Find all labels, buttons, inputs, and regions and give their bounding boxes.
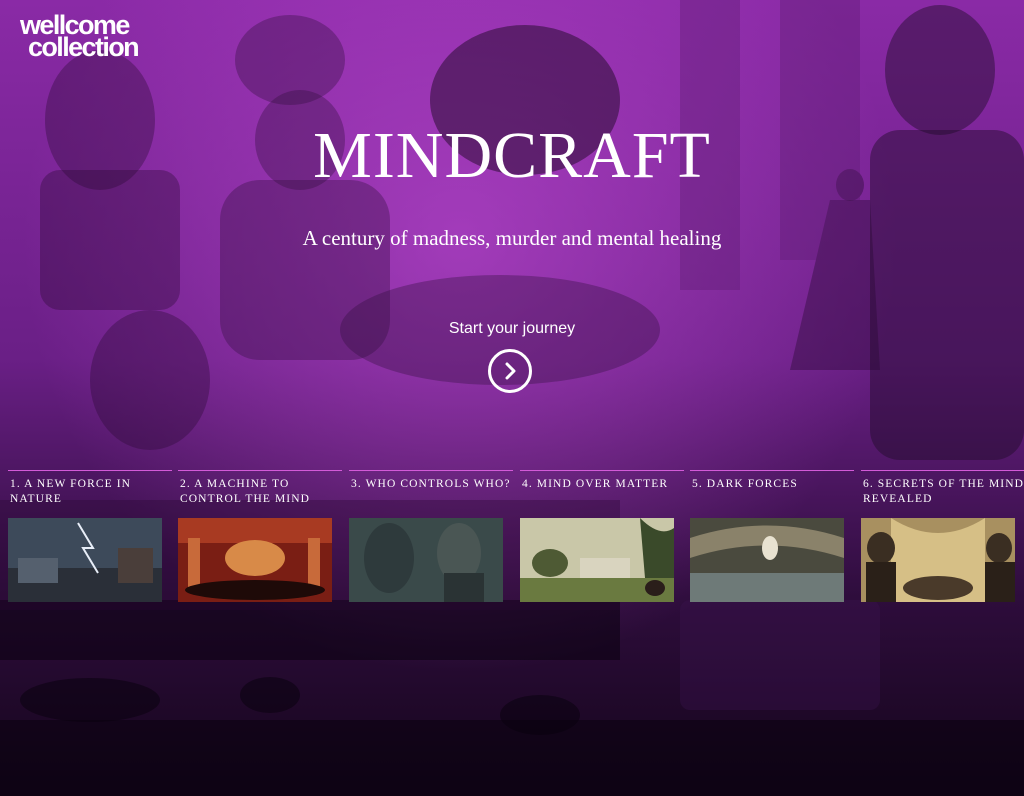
chevron-right-icon	[505, 362, 516, 380]
chapter-6[interactable]: 6. Secrets of the mind revealed	[861, 470, 1024, 602]
chapter-divider	[690, 470, 854, 471]
chapter-divider	[520, 470, 684, 471]
chapter-divider	[349, 470, 513, 471]
chapter-4[interactable]: 4. Mind over matter	[520, 470, 684, 602]
page-title: MINDCRAFT	[313, 119, 711, 192]
chapter-6-thumbnail[interactable]	[861, 518, 1015, 602]
chapter-divider	[861, 470, 1024, 471]
chapter-1-label[interactable]: 1. A new force in nature	[8, 477, 172, 509]
chapter-6-label[interactable]: 6. Secrets of the mind revealed	[861, 477, 1024, 509]
chapter-3-label[interactable]: 3. Who controls who?	[349, 477, 513, 509]
wellcome-collection-logo[interactable]: wellcome collection	[20, 12, 140, 62]
chapter-5-label[interactable]: 5. Dark forces	[690, 477, 854, 509]
chapter-divider	[8, 470, 172, 471]
chapter-2-label[interactable]: 2. A machine to control the mind	[178, 477, 342, 509]
chapter-4-label[interactable]: 4. Mind over matter	[520, 477, 684, 509]
chapter-5[interactable]: 5. Dark forces	[690, 470, 854, 602]
chapter-1[interactable]: 1. A new force in nature	[8, 470, 172, 602]
start-journey-button[interactable]	[488, 349, 532, 393]
chapter-divider	[178, 470, 342, 471]
chapter-3-thumbnail[interactable]	[349, 518, 503, 602]
logo-line-2: collection	[28, 32, 140, 62]
chapter-1-thumbnail[interactable]	[8, 518, 162, 602]
chapter-5-thumbnail[interactable]	[690, 518, 844, 602]
chapter-2[interactable]: 2. A machine to control the mind	[178, 470, 342, 602]
chapter-list: 1. A new force in nature 2. A machine to…	[0, 470, 1024, 605]
chapter-4-thumbnail[interactable]	[520, 518, 674, 602]
chapter-2-thumbnail[interactable]	[178, 518, 332, 602]
page-subtitle: A century of madness, murder and mental …	[302, 226, 722, 250]
chapter-3[interactable]: 3. Who controls who?	[349, 470, 513, 602]
start-journey-label[interactable]: Start your journey	[0, 320, 1024, 338]
